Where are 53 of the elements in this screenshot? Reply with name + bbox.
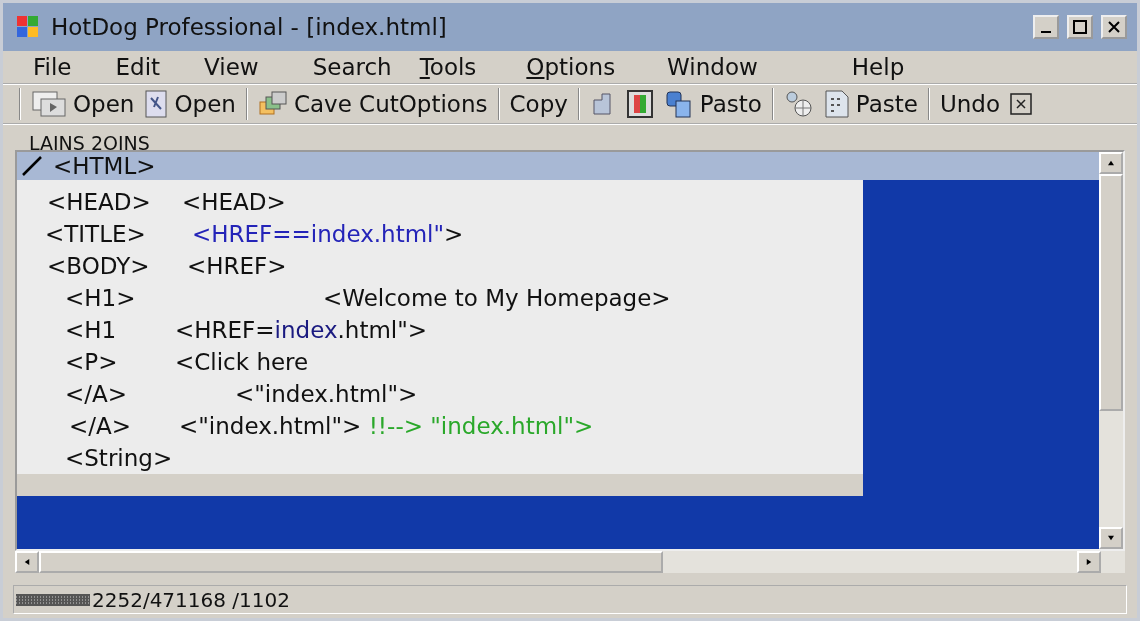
ruler-label: LAINS 2OINS (29, 134, 150, 151)
maximize-icon (1073, 19, 1087, 34)
window-title: HotDog Professional - [index.html] (51, 13, 448, 40)
minimize-icon (1041, 30, 1051, 33)
code-tag: <H1 (65, 317, 175, 344)
battery-icon (625, 89, 654, 120)
code-text: <HREF> (187, 253, 287, 280)
code-tag: <H1> (65, 285, 323, 312)
vertical-scrollbar[interactable] (1099, 152, 1123, 550)
toolbar-button[interactable]: Pasto (661, 89, 764, 120)
document-icon (144, 89, 169, 120)
pencil-icon (21, 155, 43, 178)
close-button[interactable] (1008, 93, 1035, 116)
code-tag: <HEAD> (47, 189, 182, 216)
minimize-button[interactable] (1033, 14, 1059, 39)
code-text: <Welcome to My Homepage> (323, 285, 671, 312)
close-icon (1010, 93, 1033, 116)
menu-item[interactable]: Window (667, 53, 758, 80)
code-tag: <String> (65, 445, 175, 472)
toolbar-button[interactable]: Cave CutOptions (255, 90, 490, 119)
menu-item[interactable]: File (33, 53, 72, 80)
menu-item[interactable]: Help (851, 53, 905, 80)
globe-icon (783, 89, 814, 120)
horizontal-scrollbar[interactable] (15, 551, 1125, 574)
toolbar-button[interactable]: Paste (821, 89, 920, 120)
copy-icon (663, 89, 694, 120)
windows-icon (31, 89, 67, 120)
menu-item[interactable]: Tools (419, 53, 477, 80)
status-text: 2252/471168 /1102 (92, 587, 290, 612)
menu-item[interactable]: View (204, 53, 259, 80)
page-icon (823, 89, 850, 120)
code-tag: <BODY> (47, 253, 187, 280)
code-tag: <TITLE> (45, 221, 192, 248)
code-text: <"index.html"> (235, 381, 418, 408)
toolbar-button[interactable]: Undo (937, 91, 1003, 118)
code-tag: </A> (69, 413, 179, 440)
code-tag: </A> (65, 381, 235, 408)
toolbar-button[interactable]: Copy (507, 91, 570, 118)
toolbar-button[interactable]: Open (29, 89, 137, 120)
code-text: <HREF=index.html"> (175, 317, 428, 344)
code-text: <HREF==index.html"> (192, 221, 464, 248)
close-icon (1107, 19, 1121, 34)
toolbar-button[interactable]: Open (142, 89, 238, 120)
code-text: <"index.html"> !!--> "index.html"> (179, 413, 594, 440)
menu-item[interactable]: Edit (115, 53, 161, 80)
maximize-button[interactable] (1067, 14, 1093, 39)
code-text: <HEAD> (182, 189, 286, 216)
grip-icon (16, 591, 90, 608)
menu-item[interactable]: Search (312, 53, 392, 80)
code-tag: <P> (65, 349, 175, 376)
menu-item[interactable]: Options (526, 53, 616, 80)
close-button[interactable] (1101, 14, 1127, 39)
code-text: <Click here (175, 349, 309, 376)
